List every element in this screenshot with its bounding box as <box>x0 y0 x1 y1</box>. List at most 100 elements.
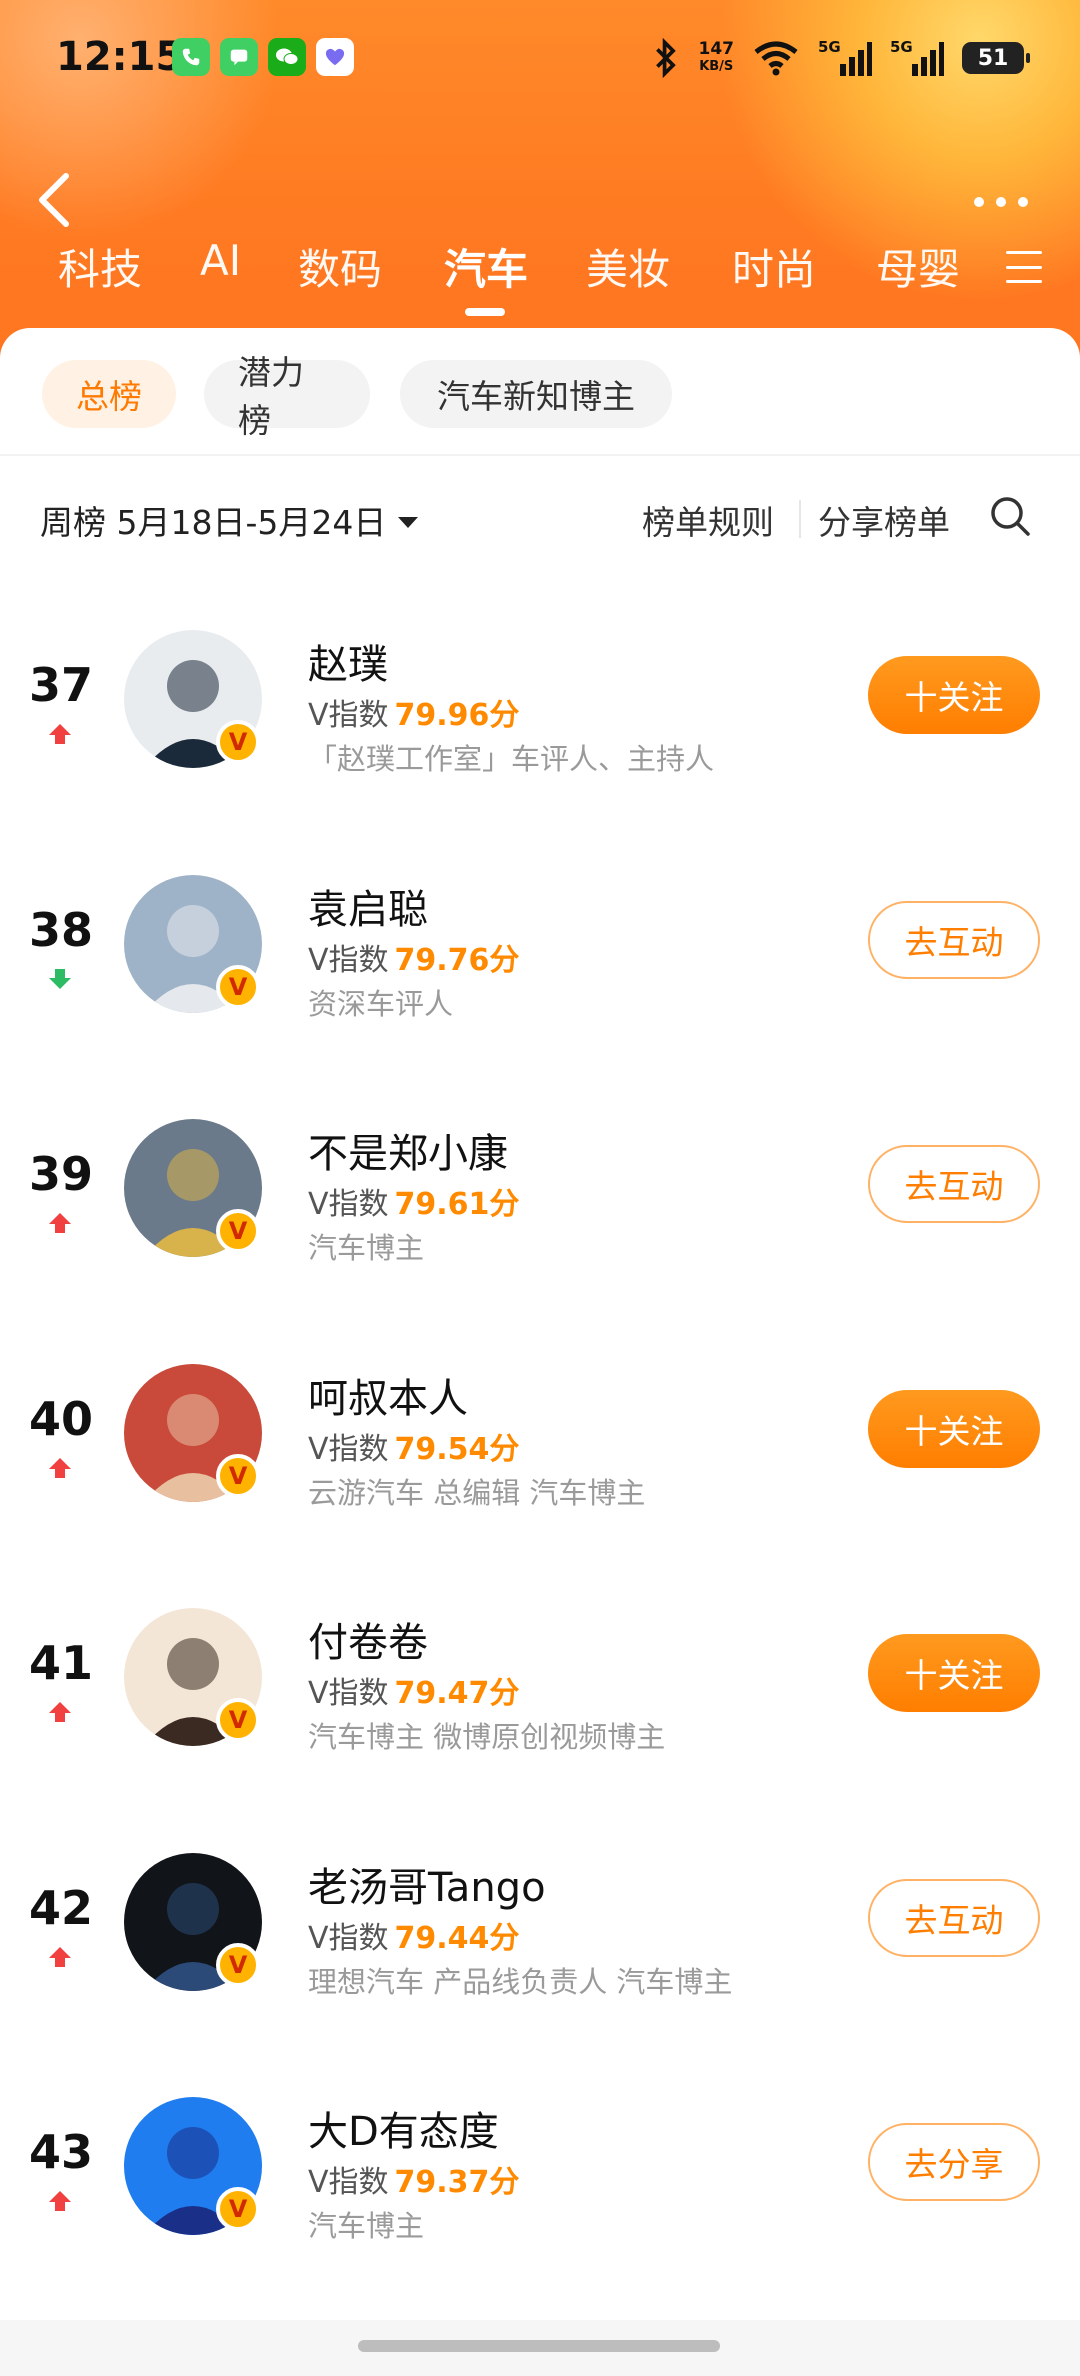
user-description: 汽车博主 微博原创视频博主 <box>308 1720 666 1754</box>
chip-auto-bloggers[interactable]: 汽车新知博主 <box>400 360 672 428</box>
wechat-icon <box>268 38 306 76</box>
chip-potential[interactable]: 潜力榜 <box>204 353 370 440</box>
v-index: V指数 79.61分 <box>308 1179 519 1223</box>
ranking-row[interactable]: 37 V 赵璞 V指数 79.96分 「赵璞工作室」车评人、主持人 十关注 <box>0 618 1080 778</box>
user-description: 理想汽车 产品线负责人 汽车博主 <box>308 1965 733 1999</box>
category-tabs: 科技 AI 数码 汽车 美妆 时尚 母婴 <box>0 236 1080 316</box>
v-index-score: 79.44分 <box>394 1921 520 1956</box>
user-description: 云游汽车 总编辑 汽车博主 <box>308 1476 646 1510</box>
trend-up-icon <box>49 2191 71 2211</box>
home-indicator[interactable] <box>358 2340 720 2352</box>
v-index: V指数 79.37分 <box>308 2157 519 2201</box>
v-index-score: 79.54分 <box>394 1432 520 1467</box>
v-index-label: V指数 <box>308 1676 389 1711</box>
v-index-score: 79.61分 <box>394 1187 520 1222</box>
user-name[interactable]: 呵叔本人 <box>308 1366 468 1424</box>
v-index-score: 79.37分 <box>394 2165 520 2200</box>
rules-link[interactable]: 榜单规则 <box>642 496 774 544</box>
rank-number: 37 <box>28 658 93 712</box>
action-button[interactable]: 去互动 <box>868 901 1040 979</box>
verified-badge-icon: V <box>216 1943 260 1987</box>
action-button[interactable]: 去互动 <box>868 1879 1040 1957</box>
menu-icon[interactable] <box>1006 251 1042 283</box>
user-name[interactable]: 赵璞 <box>308 632 388 690</box>
user-name[interactable]: 袁启聪 <box>308 877 428 935</box>
v-index: V指数 79.76分 <box>308 935 519 979</box>
verified-badge-icon: V <box>216 965 260 1009</box>
user-name[interactable]: 大D有态度 <box>308 2099 499 2157</box>
action-button[interactable]: 十关注 <box>868 1634 1040 1712</box>
tab-beauty[interactable]: 美妆 <box>586 236 670 297</box>
trend-up-icon <box>49 1947 71 1967</box>
tab-ai[interactable]: AI <box>200 236 241 285</box>
v-index-label: V指数 <box>308 1187 389 1222</box>
v-index: V指数 79.54分 <box>308 1424 519 1468</box>
action-button[interactable]: 去分享 <box>868 2123 1040 2201</box>
user-name[interactable]: 不是郑小康 <box>308 1121 508 1179</box>
ranking-row[interactable]: 38 V 袁启聪 V指数 79.76分 资深车评人 去互动 <box>0 863 1080 1023</box>
network-speed: 147 KB/S <box>698 39 735 74</box>
tab-auto[interactable]: 汽车 <box>444 236 528 297</box>
trend-up-icon <box>49 1213 71 1233</box>
tab-tech[interactable]: 科技 <box>58 236 142 297</box>
v-index: V指数 79.44分 <box>308 1913 519 1957</box>
health-icon <box>316 38 354 76</box>
ranking-row[interactable]: 40 V 呵叔本人 V指数 79.54分 云游汽车 总编辑 汽车博主 十关注 <box>0 1352 1080 1512</box>
action-button[interactable]: 十关注 <box>868 1390 1040 1468</box>
signal-icon: 5G <box>818 38 872 78</box>
battery-icon: 51 <box>962 42 1030 74</box>
rank-number: 39 <box>28 1147 93 1201</box>
v-index-label: V指数 <box>308 698 389 733</box>
ranking-row[interactable]: 42 V 老汤哥Tango V指数 79.44分 理想汽车 产品线负责人 汽车博主… <box>0 1841 1080 2001</box>
ranking-panel: 总榜 潜力榜 汽车新知博主 周榜 5月18日-5月24日 榜单规则 分享榜单 3… <box>0 328 1080 2376</box>
signal-icon-2: 5G <box>890 38 944 78</box>
phone-icon <box>172 38 210 76</box>
trend-up-icon <box>49 1458 71 1478</box>
v-index-score: 79.47分 <box>394 1676 520 1711</box>
v-index-label: V指数 <box>308 1432 389 1467</box>
divider <box>0 454 1080 456</box>
chip-overall[interactable]: 总榜 <box>42 360 176 428</box>
separator <box>799 500 801 538</box>
bluetooth-icon <box>655 38 676 78</box>
active-tab-indicator <box>465 308 505 316</box>
clock: 12:15 <box>56 34 184 80</box>
rank-number: 42 <box>28 1881 93 1935</box>
user-description: 「赵璞工作室」车评人、主持人 <box>308 742 715 776</box>
ranking-row[interactable]: 43 V 大D有态度 V指数 79.37分 汽车博主 去分享 <box>0 2085 1080 2245</box>
v-index-label: V指数 <box>308 2165 389 2200</box>
user-name[interactable]: 老汤哥Tango <box>308 1855 546 1913</box>
ranking-row[interactable]: 41 V 付卷卷 V指数 79.47分 汽车博主 微博原创视频博主 十关注 <box>0 1596 1080 1756</box>
rank-number: 40 <box>28 1392 93 1446</box>
tab-digital[interactable]: 数码 <box>298 236 382 297</box>
caret-down-icon <box>398 516 419 528</box>
ranking-row[interactable]: 39 V 不是郑小康 V指数 79.61分 汽车博主 去互动 <box>0 1107 1080 1267</box>
v-index: V指数 79.96分 <box>308 690 519 734</box>
wifi-icon <box>754 41 798 76</box>
v-index: V指数 79.47分 <box>308 1668 519 1712</box>
share-link[interactable]: 分享榜单 <box>818 496 950 544</box>
messages-icon <box>220 38 258 76</box>
trend-up-icon <box>49 724 71 744</box>
verified-badge-icon: V <box>216 2187 260 2231</box>
trend-down-icon <box>49 969 71 989</box>
v-index-label: V指数 <box>308 1921 389 1956</box>
action-button[interactable]: 十关注 <box>868 656 1040 734</box>
user-description: 资深车评人 <box>308 987 454 1021</box>
period-label: 周榜 5月18日-5月24日 <box>40 503 387 542</box>
rank-number: 41 <box>28 1636 93 1690</box>
search-icon[interactable] <box>988 494 1032 538</box>
tab-parenting[interactable]: 母婴 <box>876 236 960 297</box>
tab-fashion[interactable]: 时尚 <box>732 236 816 297</box>
user-description: 汽车博主 <box>308 2209 425 2243</box>
user-name[interactable]: 付卷卷 <box>308 1610 428 1668</box>
action-button[interactable]: 去互动 <box>868 1145 1040 1223</box>
verified-badge-icon: V <box>216 1209 260 1253</box>
verified-badge-icon: V <box>216 1454 260 1498</box>
trend-up-icon <box>49 1702 71 1722</box>
back-icon[interactable] <box>30 170 80 230</box>
v-index-score: 79.76分 <box>394 943 520 978</box>
status-bar: 12:15 147 KB/S 5G 5G 51 <box>0 0 1080 120</box>
period-selector[interactable]: 周榜 5月18日-5月24日 <box>40 496 419 544</box>
more-options-icon[interactable] <box>958 190 1028 214</box>
